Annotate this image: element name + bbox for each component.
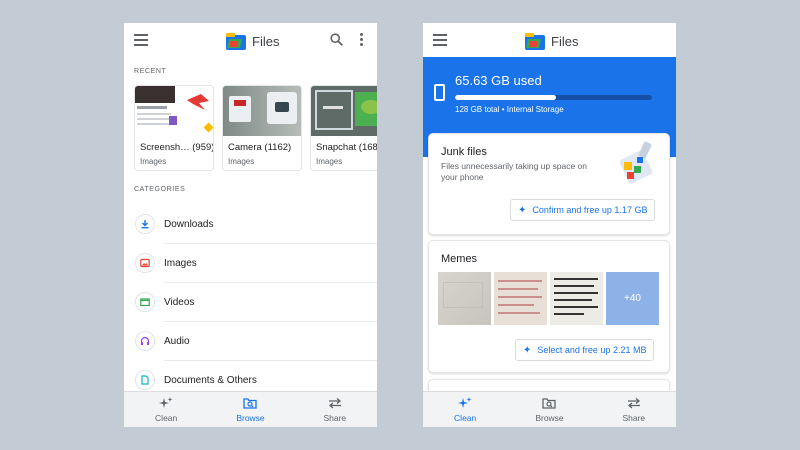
sparkle-icon: ✦ (523, 344, 532, 356)
recent-list: Screensh… (959) Images Camera (1162) Ima… (134, 85, 377, 171)
recent-item-type: Images (316, 157, 343, 166)
nav-clean[interactable]: Clean (423, 392, 507, 427)
app-bar: Files (423, 23, 676, 59)
menu-icon[interactable] (134, 34, 148, 46)
storage-used: 65.63 GB used (455, 73, 542, 88)
category-label: Images (164, 258, 197, 269)
nav-label: Clean (155, 413, 178, 423)
card-description: Files unnecessarily taking up space on y… (441, 161, 587, 182)
nav-label: Browse (236, 413, 265, 423)
card-title: Memes (441, 253, 478, 265)
categories-label: CATEGORIES (134, 186, 186, 193)
bottom-navigation: Clean Browse Share (423, 391, 676, 427)
more-options-icon[interactable] (360, 33, 364, 47)
headphones-icon (135, 331, 155, 351)
meme-thumbnail[interactable] (550, 272, 603, 325)
menu-icon[interactable] (433, 34, 447, 46)
recent-item-name: Screensh… (959) (140, 142, 214, 153)
recent-item-name: Snapchat (1680 (316, 142, 377, 153)
memes-card: Memes +40 ✦ Select and free up 2.21 MB (428, 240, 670, 373)
storage-progress-bar (455, 95, 652, 100)
browse-folder-icon (243, 398, 258, 409)
app-bar: Files (124, 23, 377, 59)
confirm-free-up-button[interactable]: ✦ Confirm and free up 1.17 GB (510, 199, 656, 221)
nav-label: Clean (454, 413, 477, 423)
meme-thumbnail-more[interactable]: +40 (606, 272, 659, 325)
nav-browse[interactable]: Browse (507, 392, 591, 427)
category-label: Downloads (164, 219, 214, 230)
nav-clean[interactable]: Clean (124, 392, 208, 427)
select-free-up-button[interactable]: ✦ Select and free up 2.21 MB (515, 339, 655, 361)
category-label: Audio (164, 336, 190, 347)
nav-browse[interactable]: Browse (208, 392, 292, 427)
app-title: Files (551, 33, 579, 49)
browse-screen: Files RECENT Screensh… (959) Images Came… (124, 23, 377, 427)
download-icon (135, 214, 155, 234)
category-label: Documents & Others (164, 375, 257, 386)
category-label: Videos (164, 297, 195, 308)
swap-arrows-icon (627, 398, 640, 409)
recent-item-camera[interactable]: Camera (1162) Images (222, 85, 302, 171)
nav-label: Share (622, 413, 646, 423)
recent-item-type: Images (228, 157, 255, 166)
document-icon (135, 370, 155, 390)
swap-arrows-icon (328, 398, 341, 409)
sparkle-icon (458, 397, 472, 408)
nav-share[interactable]: Share (592, 392, 676, 427)
phone-device-icon (434, 84, 445, 101)
app-title: Files (252, 33, 280, 49)
clean-screen: Files 65.63 GB used 128 GB total • Inter… (423, 23, 676, 427)
more-count: +40 (606, 272, 659, 325)
meme-thumbnail[interactable] (438, 272, 491, 325)
sparkle-icon (159, 397, 173, 408)
image-icon (135, 253, 155, 273)
recent-item-snapchat[interactable]: Snapchat (1680 Images (310, 85, 377, 171)
video-icon (135, 292, 155, 312)
recent-label: RECENT (134, 68, 167, 75)
nav-label: Share (323, 413, 347, 423)
nav-share[interactable]: Share (293, 392, 377, 427)
browse-folder-icon (542, 398, 557, 409)
files-logo-icon (226, 32, 246, 50)
recent-item-name: Camera (1162) (228, 142, 292, 153)
junk-cleaner-icon (619, 141, 653, 184)
category-downloads[interactable]: Downloads (124, 205, 377, 244)
camera-thumbnail (223, 86, 301, 136)
categories-list: Downloads Images Videos Audio Documents … (124, 205, 377, 400)
junk-files-card: Junk files Files unnecessarily taking up… (428, 133, 670, 235)
memes-thumbnails: +40 (438, 272, 662, 325)
category-videos[interactable]: Videos (124, 283, 377, 322)
button-label: Select and free up 2.21 MB (537, 345, 647, 355)
search-icon[interactable] (330, 33, 343, 46)
category-images[interactable]: Images (124, 244, 377, 283)
nav-label: Browse (535, 413, 564, 423)
app-logo-title: Files (525, 31, 578, 51)
storage-progress-fill (455, 95, 557, 100)
button-label: Confirm and free up 1.17 GB (532, 205, 648, 215)
recent-item-type: Images (140, 157, 167, 166)
app-logo-title: Files (226, 31, 279, 51)
storage-total: 128 GB total • Internal Storage (455, 105, 564, 114)
recent-item-screenshots[interactable]: Screensh… (959) Images (134, 85, 214, 171)
bottom-navigation: Clean Browse Share (124, 391, 377, 427)
screenshots-thumbnail (135, 86, 213, 136)
sparkle-icon: ✦ (518, 204, 527, 216)
snapchat-thumbnail (311, 86, 377, 136)
meme-thumbnail[interactable] (494, 272, 547, 325)
card-title: Junk files (441, 146, 487, 158)
files-logo-icon (525, 32, 545, 50)
category-audio[interactable]: Audio (124, 322, 377, 361)
